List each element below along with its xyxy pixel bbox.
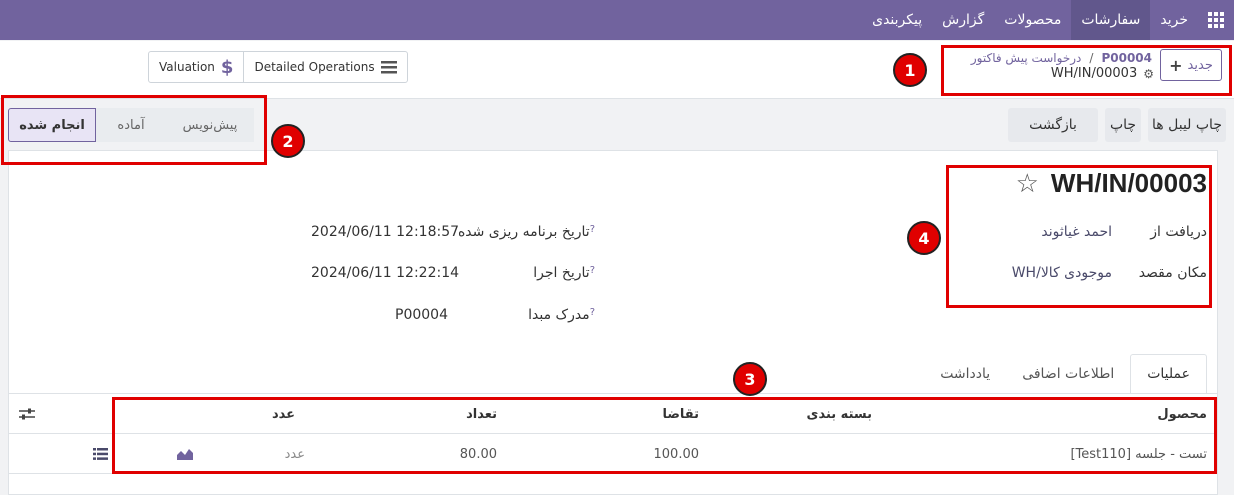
top-navbar: خرید سفارشات محصولات گزارش پیکربندی [0,0,1234,40]
tab-note[interactable]: یادداشت [924,354,1006,394]
source-document-value[interactable]: P00004 [395,307,448,323]
tab-operations[interactable]: عملیات [1130,354,1207,394]
annotation-box-4 [946,165,1212,308]
annotation-badge-4: 4 [907,221,941,255]
help-icon[interactable]: ? [590,224,595,235]
annotation-badge-1: 1 [893,53,927,87]
annotation-badge-3: 3 [733,362,767,396]
field-source-document: مدرک مبدا? P00004 [299,307,629,327]
menu-configuration[interactable]: پیکربندی [862,0,932,40]
menu-products[interactable]: محصولات [994,0,1071,40]
detailed-operations-row-button[interactable] [93,434,108,474]
apps-menu-button[interactable] [1198,0,1234,40]
annotation-badge-2: 2 [271,124,305,158]
list-icon [380,60,397,73]
valuation-button[interactable]: Valuation $ [149,52,243,82]
effective-date-value[interactable]: 2024/06/11 12:22:14 [311,265,459,281]
tab-additional-info[interactable]: اطلاعات اضافی [1006,354,1130,394]
annotation-box-1 [941,45,1232,96]
list-icon [93,448,108,460]
field-effective-date: تاریخ اجرا? 2024/06/11 12:22:14 [299,265,629,285]
menu-reporting[interactable]: گزارش [932,0,994,40]
menu-purchase[interactable]: خرید [1150,0,1198,40]
menu-orders[interactable]: سفارشات [1071,0,1151,40]
print-button[interactable]: چاپ [1105,108,1141,142]
print-labels-button[interactable]: چاپ لیبل ها [1148,108,1226,142]
field-scheduled-date: تاریخ برنامه ریزی شده? 2024/06/11 12:18:… [299,224,629,244]
scheduled-date-label: تاریخ برنامه ریزی شده? [457,224,595,240]
detailed-operations-button[interactable]: Detailed Operations [243,52,406,82]
return-button[interactable]: بازگشت [1008,108,1098,142]
detailed-operations-label: Detailed Operations [254,60,375,74]
annotation-box-2 [1,95,267,165]
valuation-label: Valuation [159,60,215,74]
scheduled-date-value[interactable]: 2024/06/11 12:18:57 [311,224,459,240]
annotation-box-3 [112,397,1217,474]
notebook-tabs: عملیات اطلاعات اضافی یادداشت [924,354,1207,394]
effective-date-label: تاریخ اجرا? [533,265,595,281]
help-icon[interactable]: ? [590,265,595,276]
dollar-icon: $ [220,56,234,78]
main-menu: خرید سفارشات محصولات گزارش پیکربندی [862,0,1234,40]
action-buttons: Valuation $ Detailed Operations [148,51,408,83]
help-icon[interactable]: ? [590,307,595,318]
source-document-label: مدرک مبدا? [528,307,595,323]
optional-columns-toggle[interactable] [19,394,35,434]
sliders-icon [19,408,35,420]
apps-grid-icon [1208,12,1224,28]
